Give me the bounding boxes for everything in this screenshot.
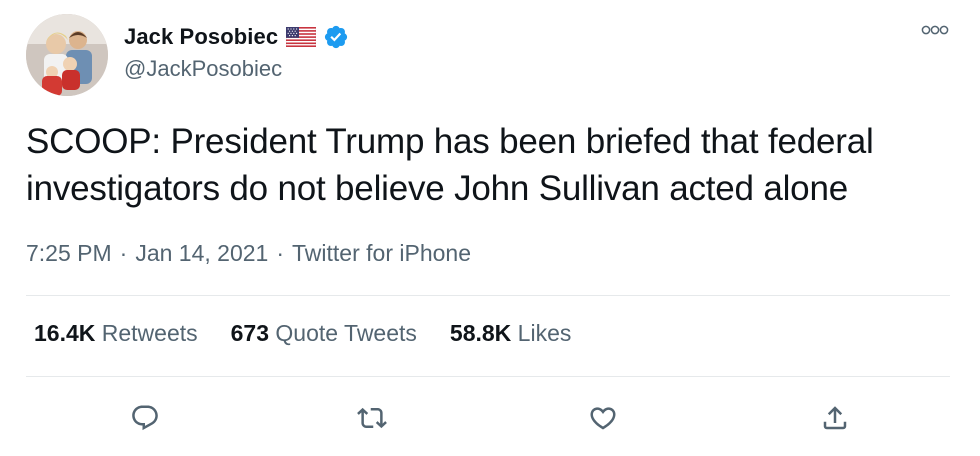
author-display-name[interactable]: Jack Posobiec [124,24,278,50]
tweet-date[interactable]: Jan 14, 2021 [135,240,268,266]
meta-separator: · [276,240,285,266]
retweet-icon [357,407,387,429]
likes-stat[interactable]: 58.8K Likes [450,320,571,347]
action-bar [0,398,980,438]
tweet-stats: 16.4K Retweets 673 Quote Tweets 58.8K Li… [34,320,604,347]
more-options-icon[interactable] [918,20,952,40]
avatar-photo [26,14,108,96]
retweets-stat[interactable]: 16.4K Retweets [34,320,198,347]
likes-label: Likes [517,320,572,346]
meta-separator: · [119,240,128,266]
like-button[interactable] [583,398,623,438]
likes-count: 58.8K [449,320,512,346]
divider [26,295,950,296]
share-button[interactable] [815,398,855,438]
reply-button[interactable] [125,398,165,438]
quote-tweets-count: 673 [230,320,270,346]
tweet-meta: 7:25 PM · Jan 14, 2021 · Twitter for iPhone [26,240,471,267]
tweet-text: SCOOP: President Trump has been briefed … [26,122,874,208]
reply-icon [132,405,158,431]
tweet-source[interactable]: Twitter for iPhone [292,240,471,266]
retweet-button[interactable] [352,398,392,438]
us-flag-icon [285,26,317,48]
avatar[interactable] [26,14,108,96]
tweet-time[interactable]: 7:25 PM [26,240,112,266]
retweets-count: 16.4K [34,320,96,346]
quote-tweets-label: Quote Tweets [275,320,417,346]
divider [26,376,950,377]
verified-badge-icon [323,24,349,50]
author-name-row[interactable]: Jack Posobiec [124,22,349,52]
author-handle[interactable]: @JackPosobiec [124,56,282,82]
retweets-label: Retweets [101,320,198,346]
quote-tweets-stat[interactable]: 673 Quote Tweets [231,320,417,347]
like-icon [590,407,616,430]
share-icon [823,406,847,430]
